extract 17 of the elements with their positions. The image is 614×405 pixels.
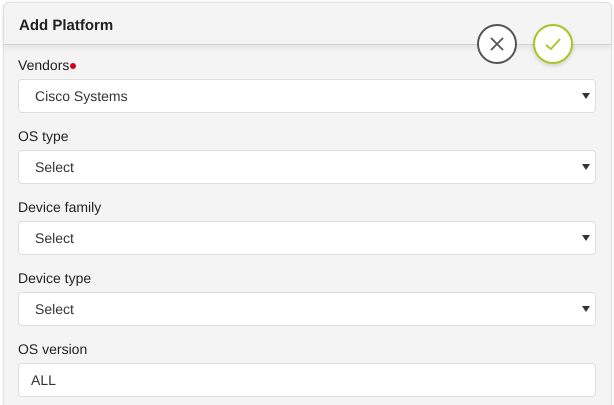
field-label: Vendors: [18, 56, 70, 75]
field-label: OS version: [18, 340, 88, 359]
caret-icon: [582, 306, 590, 312]
caret-icon: [582, 93, 590, 99]
field-label: OS type: [18, 127, 69, 146]
cancel-button[interactable]: [477, 24, 517, 64]
close-icon: [488, 35, 506, 53]
dialog-title: Add Platform: [19, 17, 114, 34]
select-field[interactable]: Select: [18, 150, 596, 184]
select-field[interactable]: Select: [18, 292, 596, 326]
caret-icon: [582, 235, 590, 241]
field-label: Device type: [18, 269, 92, 288]
select-field[interactable]: Cisco Systems: [18, 79, 596, 113]
field-label: Device family: [18, 198, 102, 217]
input-field[interactable]: ALL: [18, 363, 596, 397]
select-field[interactable]: Select: [18, 221, 596, 255]
caret-icon: [582, 164, 590, 170]
